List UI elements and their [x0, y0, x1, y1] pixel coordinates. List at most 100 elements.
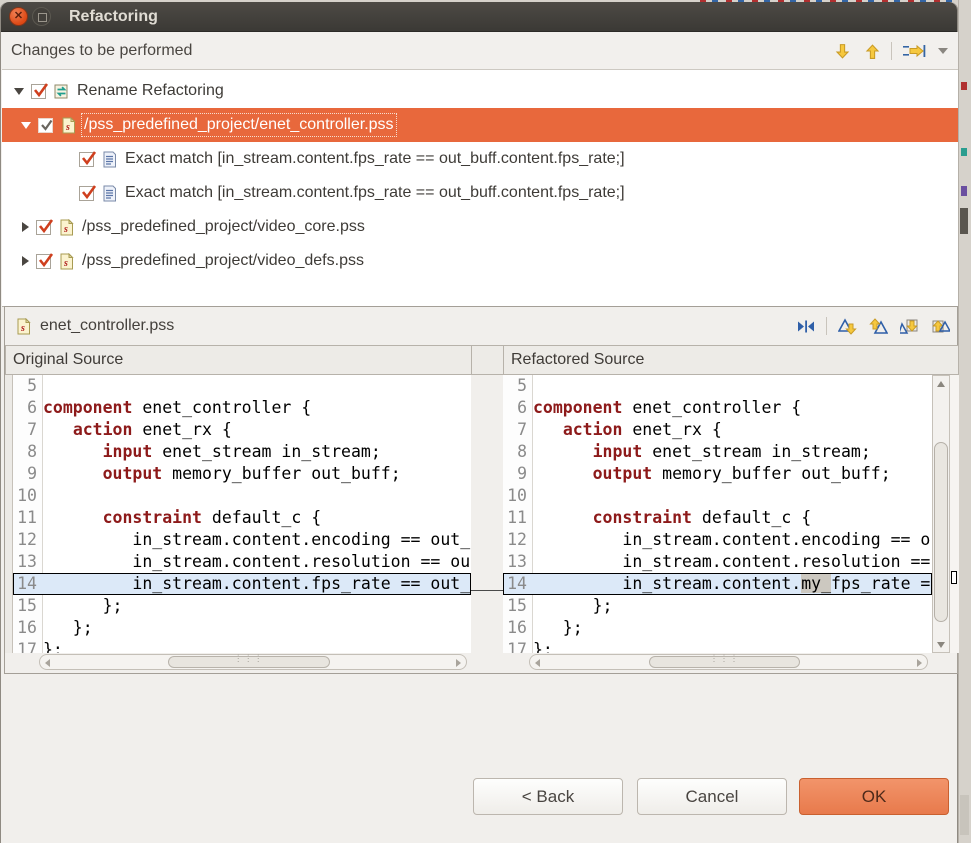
previous-difference-icon[interactable]	[867, 315, 889, 337]
code-line: 17};	[13, 639, 471, 653]
titlebar[interactable]: Refactoring	[1, 2, 957, 32]
svg-text:s: s	[63, 224, 68, 235]
line-number: 9	[13, 463, 43, 485]
back-button[interactable]: < Back	[473, 778, 623, 815]
line-number: 12	[503, 529, 533, 551]
pane-header-gap	[471, 345, 504, 375]
code-line: 7 action enet_rx {	[503, 419, 932, 441]
left-horizontal-scrollbar[interactable]	[39, 654, 467, 670]
refactored-source-pane[interactable]: 56component enet_controller {7 action en…	[503, 375, 932, 653]
swap-panes-icon[interactable]	[795, 315, 817, 337]
scrollbar-thumb[interactable]	[649, 656, 800, 668]
move-down-icon[interactable]	[831, 40, 853, 62]
next-difference-icon[interactable]	[836, 315, 858, 337]
tree-item-label: /pss_predefined_project/video_core.pss	[82, 218, 365, 236]
menu-caret-icon[interactable]	[936, 40, 950, 62]
close-icon[interactable]	[9, 7, 28, 26]
tree-item-label: Exact match [in_stream.content.fps_rate …	[125, 150, 625, 168]
right-horizontal-scrollbar[interactable]	[529, 654, 928, 670]
code-line: 16 };	[503, 617, 932, 639]
checkbox[interactable]	[36, 254, 51, 269]
original-source-label: Original Source	[13, 351, 123, 369]
code-line: 8 input enet_stream in_stream;	[503, 441, 932, 463]
line-number: 14	[503, 573, 533, 595]
code-line: 10	[503, 485, 932, 507]
overview-ruler[interactable]	[950, 375, 959, 653]
code-line: 6component enet_controller {	[13, 397, 471, 419]
tree-item-label: /pss_predefined_project/video_defs.pss	[82, 252, 364, 270]
pss-file-icon: s	[60, 117, 77, 134]
scroll-right-icon[interactable]	[456, 659, 461, 667]
match-icon	[101, 151, 118, 168]
filter-changes-icon[interactable]	[900, 40, 928, 62]
tree-item-exact-match-2[interactable]: Exact match [in_stream.content.fps_rate …	[2, 176, 958, 210]
line-number: 11	[503, 507, 533, 529]
changes-header: Changes to be performed	[2, 32, 958, 70]
maximize-icon[interactable]	[32, 7, 51, 26]
code-line: 15 };	[503, 595, 932, 617]
tree-item-video-defs[interactable]: s /pss_predefined_project/video_defs.pss	[2, 244, 958, 278]
checkbox[interactable]	[31, 84, 46, 99]
pss-file-icon: s	[58, 253, 75, 270]
line-number: 15	[503, 595, 533, 617]
scroll-up-icon[interactable]	[933, 376, 949, 391]
compare-header: s enet_controller.pss	[5, 307, 957, 345]
expander-icon[interactable]	[14, 88, 24, 95]
scroll-down-icon[interactable]	[933, 637, 949, 652]
scroll-left-icon[interactable]	[45, 659, 50, 667]
move-up-icon[interactable]	[861, 40, 883, 62]
line-number: 6	[503, 397, 533, 419]
compare-title: enet_controller.pss	[40, 317, 174, 335]
svg-text:s: s	[63, 258, 68, 269]
svg-text:s: s	[20, 323, 25, 334]
line-number: 7	[13, 419, 43, 441]
checkbox[interactable]	[79, 152, 94, 167]
change-marker[interactable]	[951, 571, 957, 584]
checkbox[interactable]	[38, 118, 53, 133]
tree-item-exact-match-1[interactable]: Exact match [in_stream.content.fps_rate …	[2, 142, 958, 176]
code-line: 14 in_stream.content.my_fps_rate =	[503, 573, 932, 595]
line-number: 5	[13, 375, 43, 397]
original-source-pane[interactable]: 56component enet_controller {7 action en…	[13, 375, 471, 653]
tree-item-label: Rename Refactoring	[77, 82, 224, 100]
checkbox[interactable]	[79, 186, 94, 201]
refactored-source-header: Refactored Source	[503, 345, 959, 375]
code-line: 6component enet_controller {	[503, 397, 932, 419]
line-number: 17	[503, 639, 533, 653]
code-line: 13 in_stream.content.resolution == ou	[13, 551, 471, 573]
ok-button[interactable]: OK	[799, 778, 949, 815]
code-line: 10	[13, 485, 471, 507]
code-line: 5	[13, 375, 471, 397]
scroll-left-icon[interactable]	[535, 659, 540, 667]
code-line: 17};	[503, 639, 932, 653]
scroll-right-icon[interactable]	[917, 659, 922, 667]
pss-file-icon: s	[58, 219, 75, 236]
tree-item-video-core[interactable]: s /pss_predefined_project/video_core.pss	[2, 210, 958, 244]
line-number: 7	[503, 419, 533, 441]
code-line: 9 output memory_buffer out_buff;	[13, 463, 471, 485]
expander-icon[interactable]	[21, 122, 31, 129]
code-line: 7 action enet_rx {	[13, 419, 471, 441]
previous-change-icon[interactable]	[929, 315, 951, 337]
refactoring-dialog: Refactoring Changes to be performed	[0, 2, 958, 843]
code-line: 11 constraint default_c {	[13, 507, 471, 529]
line-number: 8	[503, 441, 533, 463]
line-number: 9	[503, 463, 533, 485]
line-number: 15	[13, 595, 43, 617]
vertical-scrollbar[interactable]	[932, 375, 950, 653]
expander-icon[interactable]	[22, 256, 29, 266]
tree-item-rename-refactoring[interactable]: Rename Refactoring	[2, 74, 958, 108]
refactored-source-label: Refactored Source	[511, 351, 644, 369]
next-change-icon[interactable]	[898, 315, 920, 337]
tree-item-enet-controller[interactable]: s /pss_predefined_project/enet_controlle…	[2, 108, 958, 142]
checkbox[interactable]	[36, 220, 51, 235]
tree-item-label: /pss_predefined_project/enet_controller.…	[84, 116, 394, 134]
code-line: 11 constraint default_c {	[503, 507, 932, 529]
changes-tree: Rename Refactoring s /pss_predefined_pro…	[2, 70, 958, 307]
scrollbar-thumb[interactable]	[168, 656, 330, 668]
scrollbar-thumb[interactable]	[934, 442, 948, 622]
expander-icon[interactable]	[22, 222, 29, 232]
line-number: 13	[503, 551, 533, 573]
original-source-header: Original Source	[5, 345, 472, 375]
cancel-button[interactable]: Cancel	[637, 778, 787, 815]
